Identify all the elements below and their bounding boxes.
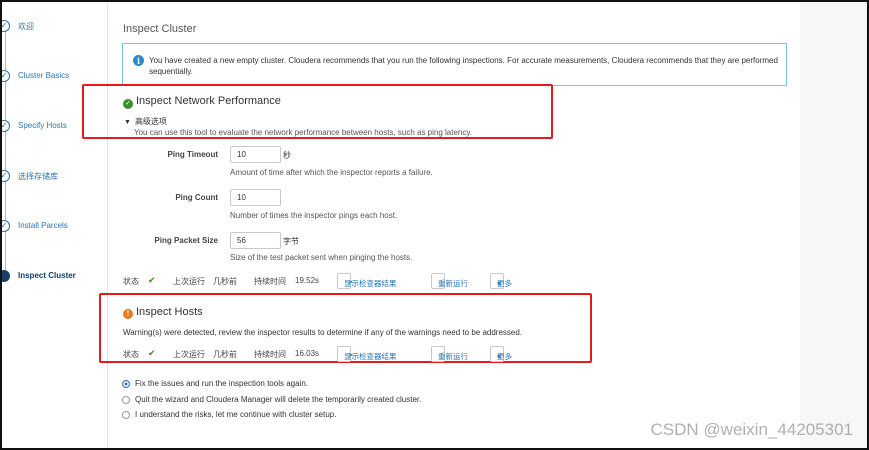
radio-unselected[interactable] — [122, 396, 130, 404]
warning-icon: ! — [123, 309, 133, 319]
check-icon: ✓ — [2, 220, 10, 232]
main-content: Inspect Cluster i You have created a new… — [82, 2, 800, 448]
check-icon: ✔ — [148, 348, 156, 358]
wizard-step-inspect-cluster[interactable]: Inspect Cluster — [2, 269, 106, 283]
success-icon: ✓ — [123, 99, 133, 109]
rerun-button[interactable]: 重新运行 — [431, 346, 468, 362]
button-label: 重新运行 — [438, 352, 468, 361]
ping-count-input[interactable] — [230, 189, 281, 206]
duration-value: 19.52s — [295, 276, 320, 285]
caret-down-icon: ▾ — [497, 279, 501, 288]
radio-unselected[interactable] — [122, 411, 130, 419]
network-title-text: Inspect Network Performance — [136, 95, 281, 107]
external-link-icon: ↗ — [347, 353, 353, 360]
status-label: 状态 — [123, 277, 139, 286]
advanced-options-label: 高级选项 — [134, 117, 167, 126]
ping-timeout-label: Ping Timeout — [167, 150, 218, 159]
button-label: 重新运行 — [438, 279, 468, 288]
last-run-label: 上次运行 — [173, 277, 205, 286]
wizard-step-label: 欢迎 — [18, 22, 34, 31]
last-run-value: 几秒前 — [213, 277, 237, 286]
wizard-sidebar: ✓ 欢迎 ✓ Cluster Basics ✓ Specify Hosts ✓ … — [2, 2, 108, 448]
option-label: I understand the risks, let me continue … — [135, 410, 337, 419]
duration-label: 持续时间 — [254, 277, 286, 286]
wizard-step-cluster-basics[interactable]: ✓ Cluster Basics — [2, 69, 106, 83]
wizard-step-repository[interactable]: ✓ 选择存储库 — [2, 169, 106, 183]
ping-timeout-input[interactable] — [230, 146, 281, 163]
external-link-icon: ↗ — [347, 280, 353, 287]
ping-timeout-unit: 秒 — [283, 151, 291, 160]
check-icon: ✔ — [148, 275, 156, 285]
check-icon: ✓ — [2, 20, 10, 32]
check-icon: ✓ — [2, 120, 10, 132]
ping-timeout-help: Amount of time after which the inspector… — [230, 168, 433, 177]
app-window: ✓ 欢迎 ✓ Cluster Basics ✓ Specify Hosts ✓ … — [0, 0, 869, 450]
info-alert: i You have created a new empty cluster. … — [122, 43, 787, 86]
advanced-options-toggle[interactable]: ▼ 高级选项 — [124, 116, 167, 127]
wizard-step-label: Inspect Cluster — [18, 271, 76, 280]
duration-label: 持续时间 — [254, 350, 286, 359]
ping-count-label: Ping Count — [175, 193, 218, 202]
ping-packet-size-label: Ping Packet Size — [154, 236, 218, 245]
rerun-button[interactable]: 重新运行 — [431, 273, 468, 289]
wizard-step-label: Install Parcels — [18, 221, 68, 230]
info-icon: i — [133, 55, 144, 66]
chevron-down-icon: ▼ — [124, 119, 131, 126]
caret-down-icon: ▾ — [497, 352, 501, 361]
network-section-title: ✓ Inspect Network Performance — [123, 95, 281, 109]
info-text: You have created a new empty cluster. Cl… — [149, 56, 778, 76]
page-title: Inspect Cluster — [123, 23, 197, 35]
wizard-step-label: 选择存储库 — [18, 172, 58, 181]
more-dropdown-button[interactable]: 更多 ▾ — [490, 273, 512, 289]
ping-packet-size-help: Size of the test packet sent when pingin… — [230, 253, 413, 262]
wizard-step-welcome[interactable]: ✓ 欢迎 — [2, 19, 106, 33]
wizard-step-install-parcels[interactable]: ✓ Install Parcels — [2, 219, 106, 233]
option-label: Quit the wizard and Cloudera Manager wil… — [135, 395, 422, 404]
watermark: CSDN @weixin_44205301 — [650, 420, 853, 439]
wizard-step-label: Specify Hosts — [18, 121, 67, 130]
option-label: Fix the issues and run the inspection to… — [135, 379, 308, 388]
wizard-step-line — [5, 24, 6, 279]
show-inspector-results-button[interactable]: 显示检查器结果 ↗ — [337, 273, 397, 289]
network-status-row: 状态 ✔ 上次运行 几秒前 持续时间 19.52s 显示检查器结果 ↗ 重新运行 … — [123, 273, 783, 289]
hosts-warning-text: Warning(s) were detected, review the ins… — [123, 328, 523, 337]
more-dropdown-button[interactable]: 更多 ▾ — [490, 346, 512, 362]
hosts-section-title: ! Inspect Hosts — [123, 306, 203, 319]
duration-value: 16.03s — [295, 349, 320, 358]
check-icon: ✓ — [2, 70, 10, 82]
right-gutter — [800, 2, 867, 448]
hosts-status-row: 状态 ✔ 上次运行 几秒前 持续时间 16.03s 显示检查器结果 ↗ 重新运行 … — [123, 346, 783, 362]
ping-count-help: Number of times the inspector pings each… — [230, 211, 398, 220]
last-run-value: 几秒前 — [213, 350, 237, 359]
last-run-label: 上次运行 — [173, 350, 205, 359]
radio-selected[interactable] — [122, 380, 130, 388]
network-description: You can use this tool to evaluate the ne… — [134, 128, 472, 137]
ping-packet-size-input[interactable] — [230, 232, 281, 249]
status-label: 状态 — [123, 350, 139, 359]
hosts-title-text: Inspect Hosts — [136, 306, 203, 318]
wizard-step-label: Cluster Basics — [18, 71, 70, 80]
current-step-icon — [2, 270, 10, 282]
ping-packet-size-unit: 字节 — [283, 237, 299, 246]
show-inspector-results-button[interactable]: 显示检查器结果 ↗ — [337, 346, 397, 362]
check-icon: ✓ — [2, 170, 10, 182]
